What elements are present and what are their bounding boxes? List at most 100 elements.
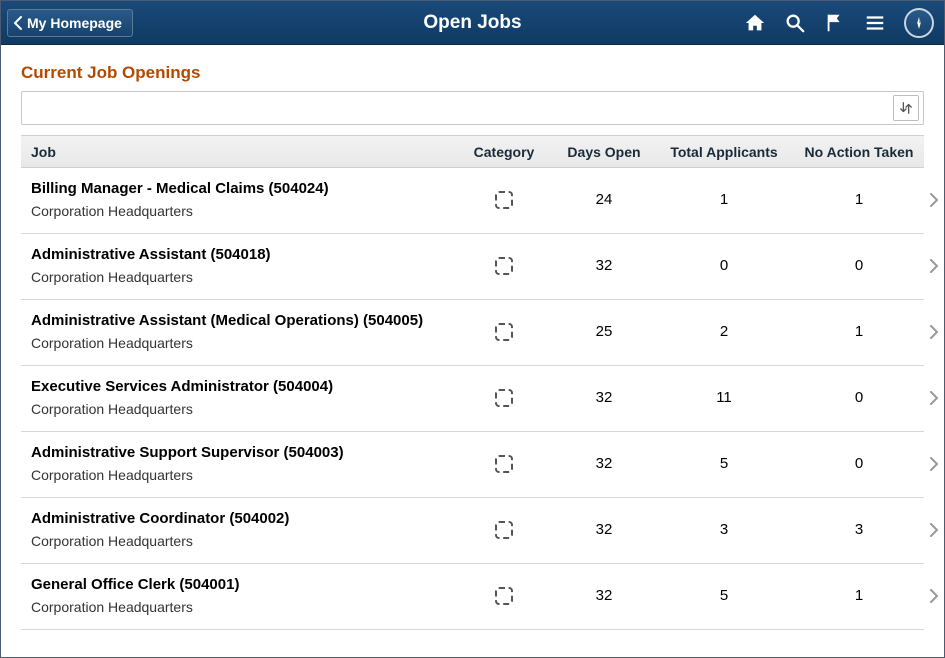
job-title: General Office Clerk (504001) xyxy=(31,576,459,593)
category-placeholder-icon xyxy=(495,191,513,209)
job-cell: Administrative Assistant (Medical Operat… xyxy=(29,312,459,351)
days-open-cell: 24 xyxy=(549,191,659,208)
days-open-cell: 32 xyxy=(549,455,659,472)
grid-body: Billing Manager - Medical Claims (504024… xyxy=(21,168,924,630)
row-chevron-cell xyxy=(929,457,942,471)
top-navbar: My Homepage Open Jobs xyxy=(1,1,944,45)
table-row[interactable]: Billing Manager - Medical Claims (504024… xyxy=(21,168,924,234)
category-placeholder-icon xyxy=(495,389,513,407)
category-cell xyxy=(459,389,549,407)
category-cell xyxy=(459,191,549,209)
applicants-cell: 3 xyxy=(659,521,789,538)
grid-header-row: Job Category Days Open Total Applicants … xyxy=(21,136,924,168)
days-open-cell: 25 xyxy=(549,323,659,340)
days-open-cell: 32 xyxy=(549,587,659,604)
job-location: Corporation Headquarters xyxy=(31,533,459,549)
category-placeholder-icon xyxy=(495,323,513,341)
category-cell xyxy=(459,257,549,275)
app-window: My Homepage Open Jobs Current Job Openin… xyxy=(0,0,945,658)
compass-icon[interactable] xyxy=(904,8,934,38)
job-cell: Administrative Assistant (504018) Corpor… xyxy=(29,246,459,285)
days-open-cell: 32 xyxy=(549,257,659,274)
applicants-cell: 1 xyxy=(659,191,789,208)
back-button-label: My Homepage xyxy=(27,15,122,31)
no-action-cell: 3 xyxy=(789,521,929,538)
no-action-cell: 0 xyxy=(789,389,929,406)
days-open-cell: 32 xyxy=(549,521,659,538)
back-button[interactable]: My Homepage xyxy=(7,9,133,37)
col-header-category[interactable]: Category xyxy=(459,144,549,160)
row-chevron-cell xyxy=(929,193,942,207)
table-row[interactable]: General Office Clerk (504001) Corporatio… xyxy=(21,564,924,630)
job-location: Corporation Headquarters xyxy=(31,269,459,285)
job-title: Administrative Coordinator (504002) xyxy=(31,510,459,527)
job-location: Corporation Headquarters xyxy=(31,401,459,417)
job-location: Corporation Headquarters xyxy=(31,467,459,483)
job-location: Corporation Headquarters xyxy=(31,599,459,615)
flag-icon[interactable] xyxy=(824,12,846,34)
col-header-applicants[interactable]: Total Applicants xyxy=(659,144,789,160)
category-cell xyxy=(459,587,549,605)
job-cell: Executive Services Administrator (504004… xyxy=(29,378,459,417)
applicants-cell: 2 xyxy=(659,323,789,340)
sort-button[interactable] xyxy=(893,95,919,121)
job-title: Administrative Assistant (504018) xyxy=(31,246,459,263)
page-body: Current Job Openings Job Category Days O… xyxy=(1,45,944,657)
job-cell: Billing Manager - Medical Claims (504024… xyxy=(29,180,459,219)
chevron-left-icon xyxy=(14,16,23,30)
category-placeholder-icon xyxy=(495,587,513,605)
sort-icon xyxy=(899,101,913,115)
job-cell: Administrative Coordinator (504002) Corp… xyxy=(29,510,459,549)
table-row[interactable]: Administrative Support Supervisor (50400… xyxy=(21,432,924,498)
home-icon[interactable] xyxy=(744,12,766,34)
job-title: Administrative Support Supervisor (50400… xyxy=(31,444,459,461)
job-title: Executive Services Administrator (504004… xyxy=(31,378,459,395)
table-row[interactable]: Administrative Coordinator (504002) Corp… xyxy=(21,498,924,564)
navbar-actions xyxy=(744,8,938,38)
section-heading: Current Job Openings xyxy=(21,63,924,83)
days-open-cell: 32 xyxy=(549,389,659,406)
applicants-cell: 5 xyxy=(659,587,789,604)
chevron-right-icon xyxy=(929,523,938,537)
applicants-cell: 5 xyxy=(659,455,789,472)
table-row[interactable]: Administrative Assistant (Medical Operat… xyxy=(21,300,924,366)
search-icon[interactable] xyxy=(784,12,806,34)
jobs-grid: Job Category Days Open Total Applicants … xyxy=(21,135,924,630)
job-location: Corporation Headquarters xyxy=(31,335,459,351)
row-chevron-cell xyxy=(929,589,942,603)
chevron-right-icon xyxy=(929,193,938,207)
grid-toolbar xyxy=(21,91,924,125)
job-title: Administrative Assistant (Medical Operat… xyxy=(31,312,459,329)
applicants-cell: 11 xyxy=(659,389,789,406)
chevron-right-icon xyxy=(929,391,938,405)
category-cell xyxy=(459,455,549,473)
col-header-days-open[interactable]: Days Open xyxy=(549,144,659,160)
menu-icon[interactable] xyxy=(864,12,886,34)
applicants-cell: 0 xyxy=(659,257,789,274)
category-cell xyxy=(459,521,549,539)
job-cell: General Office Clerk (504001) Corporatio… xyxy=(29,576,459,615)
no-action-cell: 1 xyxy=(789,191,929,208)
row-chevron-cell xyxy=(929,259,942,273)
category-placeholder-icon xyxy=(495,521,513,539)
job-location: Corporation Headquarters xyxy=(31,203,459,219)
no-action-cell: 1 xyxy=(789,323,929,340)
row-chevron-cell xyxy=(929,325,942,339)
chevron-right-icon xyxy=(929,325,938,339)
row-chevron-cell xyxy=(929,391,942,405)
table-row[interactable]: Executive Services Administrator (504004… xyxy=(21,366,924,432)
job-cell: Administrative Support Supervisor (50400… xyxy=(29,444,459,483)
col-header-job[interactable]: Job xyxy=(29,144,459,160)
col-header-no-action[interactable]: No Action Taken xyxy=(789,144,929,160)
row-chevron-cell xyxy=(929,523,942,537)
category-cell xyxy=(459,323,549,341)
no-action-cell: 0 xyxy=(789,455,929,472)
chevron-right-icon xyxy=(929,457,938,471)
job-title: Billing Manager - Medical Claims (504024… xyxy=(31,180,459,197)
no-action-cell: 0 xyxy=(789,257,929,274)
chevron-right-icon xyxy=(929,589,938,603)
table-row[interactable]: Administrative Assistant (504018) Corpor… xyxy=(21,234,924,300)
category-placeholder-icon xyxy=(495,455,513,473)
no-action-cell: 1 xyxy=(789,587,929,604)
chevron-right-icon xyxy=(929,259,938,273)
